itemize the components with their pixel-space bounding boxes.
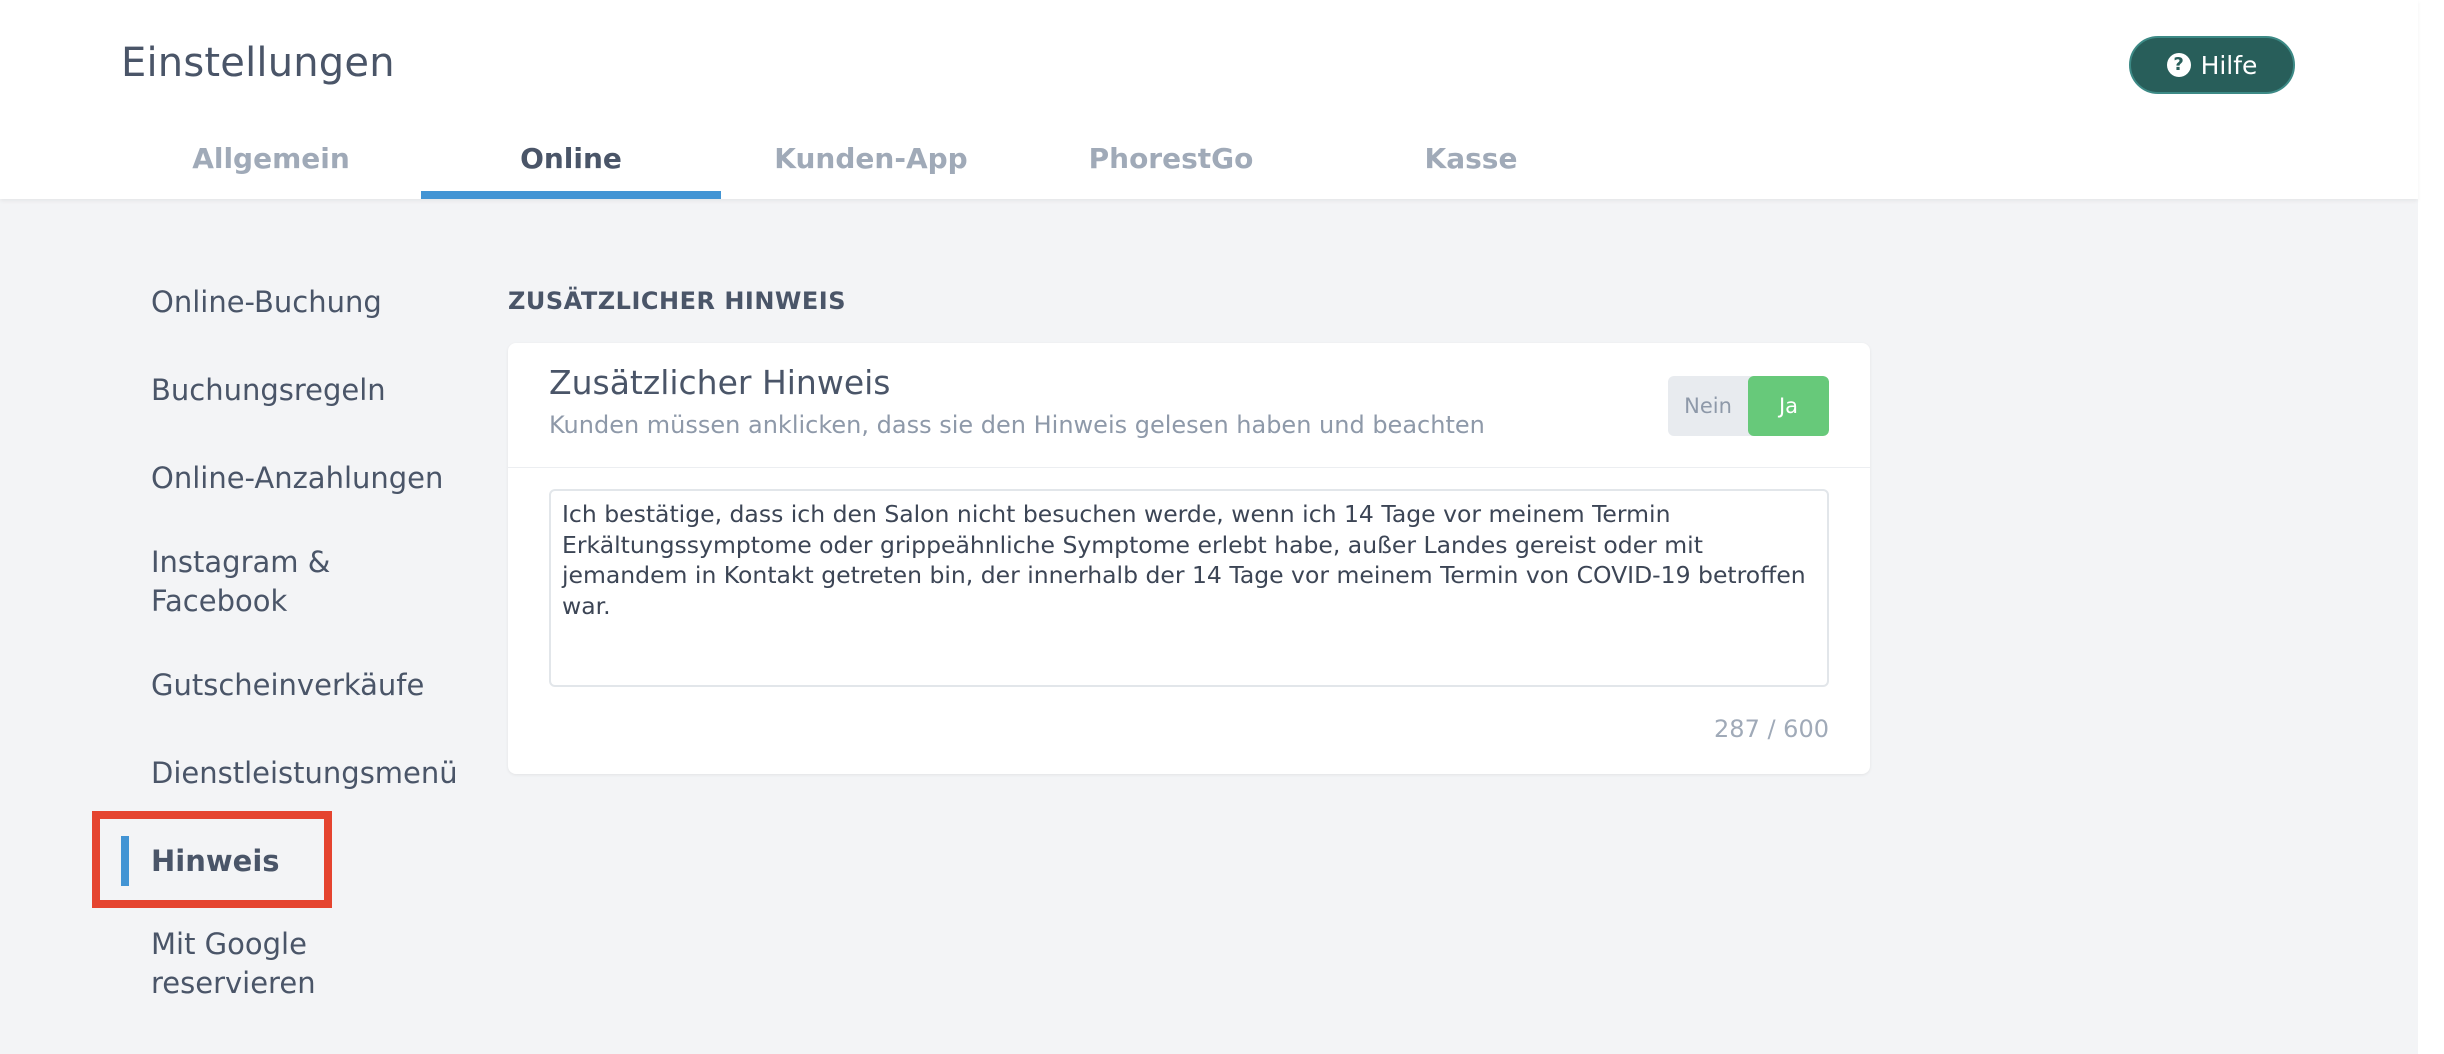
section-title: ZUSÄTZLICHER HINWEIS <box>508 287 846 315</box>
tab-label: Kunden-App <box>774 142 968 175</box>
sidebar-item-gutscheinverkaeufe[interactable]: Gutscheinverkäufe <box>151 666 424 705</box>
tab-online[interactable]: Online <box>421 130 721 199</box>
tab-kunden-app[interactable]: Kunden-App <box>721 130 1021 199</box>
highlight-box <box>92 811 332 908</box>
help-button-label: Hilfe <box>2200 50 2258 80</box>
tab-label: Allgemein <box>192 142 350 175</box>
sidebar-item-buchungsregeln[interactable]: Buchungsregeln <box>151 371 386 410</box>
sidebar-item-online-anzahlungen[interactable]: Online-Anzahlungen <box>151 459 443 498</box>
tab-kasse[interactable]: Kasse <box>1321 130 1621 199</box>
character-counter: 287 / 600 <box>1714 715 1829 743</box>
card-header: Zusätzlicher Hinweis Kunden müssen ankli… <box>508 343 1870 468</box>
card-title: Zusätzlicher Hinweis <box>549 363 891 402</box>
sidebar-item-label: Mit Google <box>151 927 307 961</box>
scrollbar-track <box>2418 0 2444 1054</box>
tab-allgemein[interactable]: Allgemein <box>121 130 421 199</box>
toggle-ja-option[interactable]: Ja <box>1748 376 1829 436</box>
page-title: Einstellungen <box>121 40 395 86</box>
card-subtitle: Kunden müssen anklicken, dass sie den Hi… <box>549 411 1485 439</box>
sidebar-item-google-reservieren[interactable]: Mit Google reservieren <box>151 925 316 1003</box>
question-circle-icon: ? <box>2166 53 2191 77</box>
notice-card: Zusätzlicher Hinweis Kunden müssen ankli… <box>508 343 1870 774</box>
tab-label: Kasse <box>1424 142 1518 175</box>
sidebar-item-dienstleistungsmenue[interactable]: Dienstleistungsmenü <box>151 754 458 793</box>
page-header: Einstellungen ? Hilfe Allgemein Online K… <box>0 0 2418 199</box>
notice-textarea[interactable]: Ich bestätige, dass ich den Salon nicht … <box>549 489 1829 687</box>
notice-toggle: Nein Ja <box>1668 376 1829 436</box>
toggle-nein-option[interactable]: Nein <box>1668 376 1748 436</box>
sidebar-item-instagram-facebook[interactable]: Instagram & Facebook <box>151 543 330 621</box>
sidebar-item-label-line2: Facebook <box>151 584 288 618</box>
sidebar-item-label: Instagram & <box>151 545 331 579</box>
tab-phorestgo[interactable]: PhorestGo <box>1021 130 1321 199</box>
help-button[interactable]: ? Hilfe <box>2129 36 2295 94</box>
settings-tabs: Allgemein Online Kunden-App PhorestGo Ka… <box>121 130 1621 199</box>
sidebar-item-online-buchung[interactable]: Online-Buchung <box>151 283 382 322</box>
sidebar-item-label-line2: reservieren <box>151 966 316 1000</box>
tab-label: Online <box>520 142 622 175</box>
tab-label: PhorestGo <box>1088 142 1254 175</box>
